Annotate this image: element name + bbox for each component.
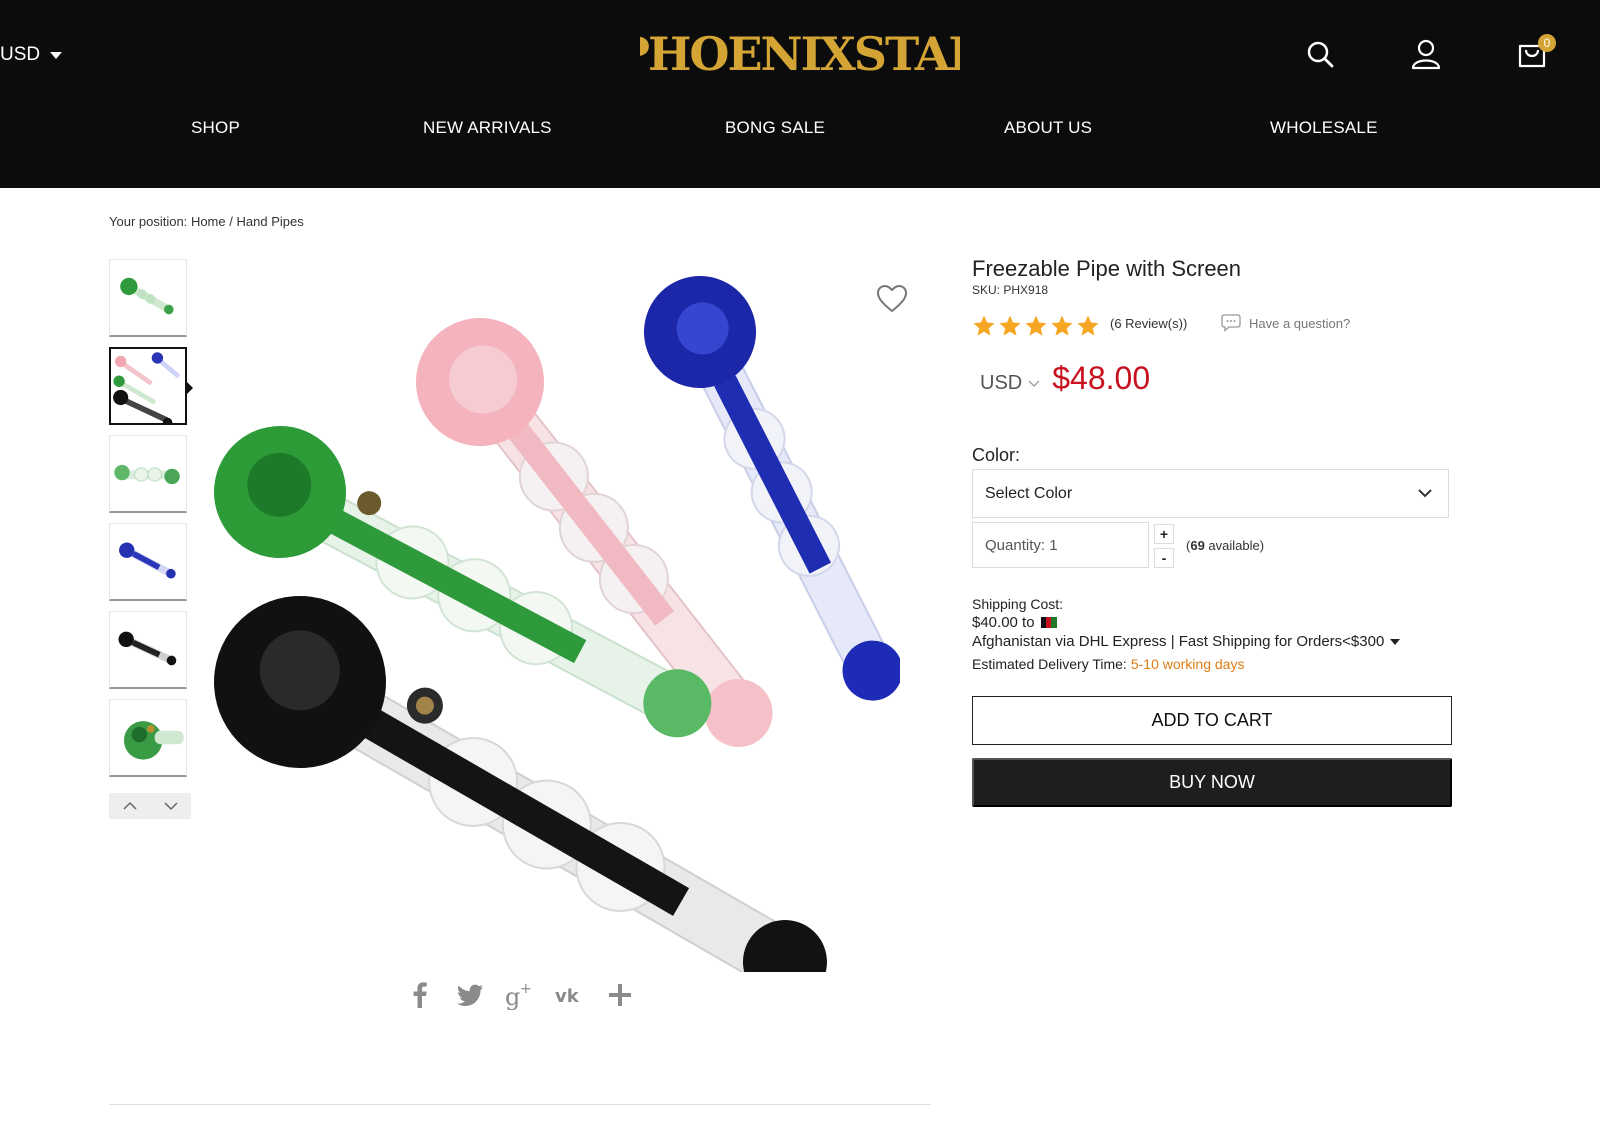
shipping-method-label: Afghanistan via DHL Express | Fast Shipp… — [972, 633, 1385, 650]
reviews-link[interactable]: (6 Review(s)) — [1110, 316, 1187, 331]
color-select-value: Select Color — [985, 484, 1073, 502]
caret-down-icon — [50, 51, 63, 59]
thumbnail-green-bowl[interactable] — [109, 699, 187, 777]
rating-stars — [972, 314, 1100, 338]
nav-shop[interactable]: SHOP — [191, 118, 240, 138]
chevron-down-icon — [1418, 489, 1432, 498]
chevron-down-icon — [163, 802, 178, 811]
quantity-field[interactable]: Quantity: 1 — [972, 522, 1149, 568]
thumbnail-black-pipe[interactable] — [109, 611, 187, 689]
chat-bubble-icon — [1221, 314, 1241, 332]
currency-selector[interactable]: USD — [0, 44, 63, 66]
star-icon — [1025, 315, 1047, 336]
shipping-method-selector[interactable]: Afghanistan via DHL Express | Fast Shipp… — [972, 633, 1401, 650]
cart-icon[interactable]: 0 — [1514, 34, 1556, 72]
delivery-days: 5-10 working days — [1130, 656, 1245, 672]
cart-count-badge: 0 — [1538, 34, 1556, 52]
vk-icon[interactable]: vk — [555, 980, 585, 1010]
nav-wholesale[interactable]: WHOLESALE — [1270, 118, 1378, 138]
breadcrumb-separator: / — [229, 214, 233, 229]
svg-text:g: g — [505, 983, 520, 1010]
site-logo[interactable]: PHOENIXSTAR — [615, 22, 989, 82]
svg-text:vk: vk — [555, 986, 580, 1007]
product-price: $48.00 — [1052, 360, 1151, 396]
currency-label: USD — [0, 44, 41, 65]
quantity-plus-button[interactable]: + — [1154, 524, 1174, 544]
active-thumbnail-indicator — [187, 382, 193, 394]
buy-now-button[interactable]: BUY NOW — [972, 758, 1452, 807]
chevron-down-icon — [1028, 380, 1040, 387]
thumbnail-prev-button[interactable] — [109, 793, 150, 819]
have-a-question-link[interactable]: Have a question? — [1220, 314, 1350, 332]
search-icon[interactable] — [1302, 36, 1338, 72]
product-sku: SKU: PHX918 — [972, 283, 1049, 297]
thumbnail-all-colors[interactable] — [109, 347, 187, 425]
estimated-delivery: Estimated Delivery Time: 5-10 working day… — [972, 656, 1244, 672]
nav-bong-sale[interactable]: BONG SALE — [725, 118, 825, 138]
main-nav: SHOP NEW ARRIVALS BONG SALE ABOUT US WHO… — [0, 118, 1600, 148]
available-count: 69 — [1190, 538, 1205, 553]
svg-text:PHOENIXSTAR: PHOENIXSTAR — [640, 27, 960, 81]
breadcrumb: Your position: Home / Hand Pipes — [109, 214, 304, 229]
star-icon — [973, 315, 995, 336]
thumbnail-blue-pipe[interactable] — [109, 523, 187, 601]
twitter-icon[interactable] — [455, 980, 485, 1010]
thumbnail-nav — [109, 793, 191, 819]
section-divider — [109, 1104, 931, 1105]
star-icon — [999, 315, 1021, 336]
breadcrumb-home[interactable]: Home — [191, 214, 226, 229]
add-to-cart-button[interactable]: ADD TO CART — [972, 696, 1452, 745]
available-suffix: available) — [1204, 538, 1265, 553]
shipping-price: $40.00 to — [972, 614, 1057, 631]
share-bar: g + vk — [405, 980, 635, 1011]
svg-text:+: + — [520, 981, 532, 997]
caret-down-icon — [1390, 638, 1401, 645]
available-stock: (69 available) — [1186, 538, 1264, 553]
thumbnail-green-side[interactable] — [109, 435, 187, 513]
breadcrumb-prefix: Your position: — [109, 214, 188, 229]
shipping-label: Shipping Cost: — [972, 596, 1064, 612]
product-title: Freezable Pipe with Screen — [972, 256, 1242, 281]
star-icon — [1077, 315, 1099, 336]
breadcrumb-category[interactable]: Hand Pipes — [237, 214, 304, 229]
more-share-icon[interactable] — [605, 980, 635, 1010]
nav-about-us[interactable]: ABOUT US — [1004, 118, 1092, 138]
wishlist-heart-icon[interactable] — [876, 284, 908, 314]
google-plus-icon[interactable]: g + — [505, 980, 535, 1011]
quantity-value: Quantity: 1 — [985, 536, 1058, 554]
thumbnail-next-button[interactable] — [150, 793, 191, 819]
site-header: USD PHOENIXSTAR 0 SHOP NEW ARRIVALS BONG… — [0, 0, 1600, 188]
price-row: USD $48.00 — [980, 360, 1150, 397]
color-select[interactable]: Select Color — [972, 469, 1449, 518]
afghanistan-flag-icon — [1040, 617, 1057, 628]
price-currency-selector[interactable]: USD — [980, 372, 1040, 395]
have-a-question-label: Have a question? — [1249, 315, 1351, 331]
price-currency-label: USD — [980, 372, 1023, 394]
thumbnail-green-pipe[interactable] — [109, 259, 187, 337]
star-icon — [1051, 315, 1073, 336]
logo-wordmark: PHOENIXSTAR — [615, 27, 989, 81]
nav-new-arrivals[interactable]: NEW ARRIVALS — [423, 118, 552, 138]
shipping-price-value: $40.00 to — [972, 614, 1035, 631]
delivery-label: Estimated Delivery Time: — [972, 656, 1127, 672]
main-product-image[interactable] — [210, 262, 903, 1004]
user-icon[interactable] — [1408, 36, 1444, 72]
quantity-minus-button[interactable]: - — [1154, 548, 1174, 568]
color-label: Color: — [972, 445, 1021, 465]
facebook-icon[interactable] — [405, 980, 435, 1010]
chevron-up-icon — [122, 801, 137, 810]
